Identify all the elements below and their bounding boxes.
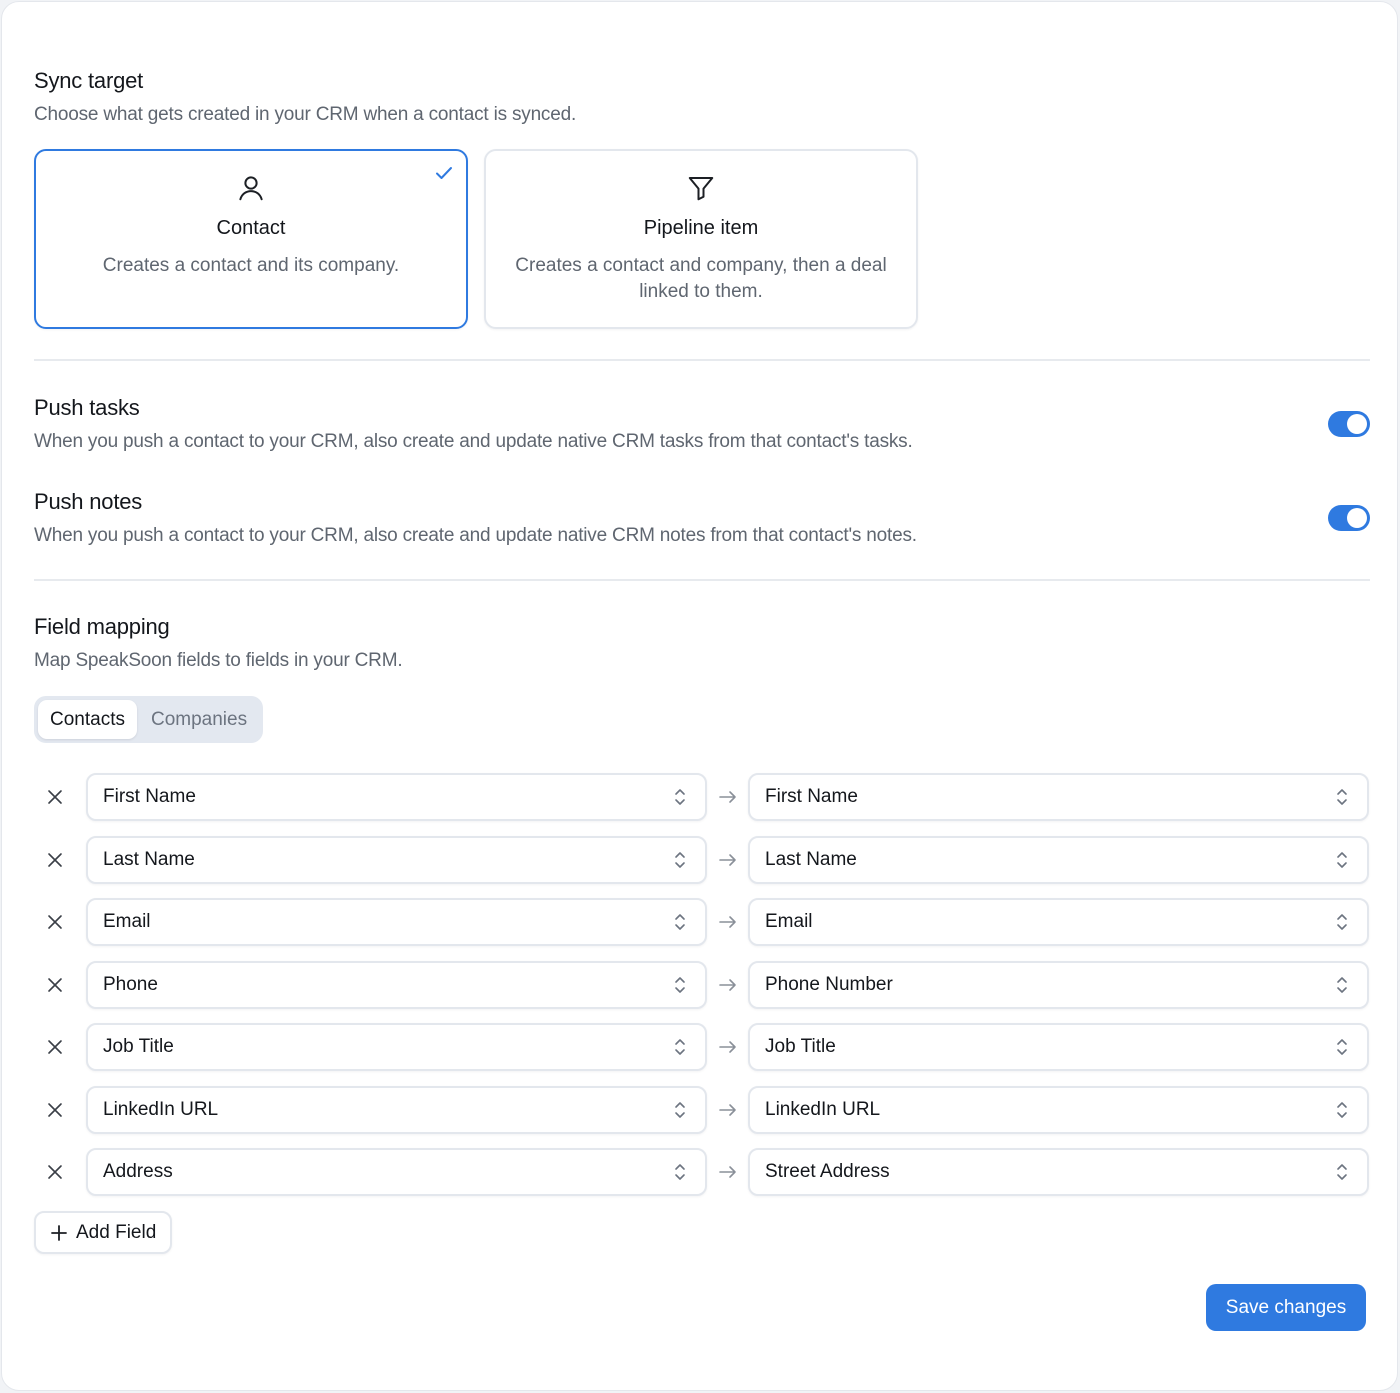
arrow-right-icon	[719, 1103, 736, 1116]
target-field-value: Street Address	[765, 1161, 890, 1182]
field-mapping-tabs: Contacts Companies	[34, 696, 264, 743]
source-field-value: Email	[103, 911, 151, 932]
chevron-up-down-icon	[675, 851, 685, 868]
plus-icon	[51, 1224, 67, 1241]
toggle-knob	[1347, 508, 1367, 528]
chevron-up-down-icon	[675, 1039, 685, 1055]
chevron-up-down-icon	[1337, 851, 1347, 868]
sync-target-title: Sync target	[34, 68, 144, 93]
target-field-select[interactable]: Phone Number	[748, 960, 1369, 1009]
source-field-value: Address	[103, 1161, 173, 1182]
source-field-select[interactable]: Job Title	[86, 1023, 707, 1071]
close-icon[interactable]	[44, 849, 66, 871]
filter-icon	[688, 177, 714, 201]
chevron-up-down-icon	[675, 789, 685, 805]
push-tasks-description: When you push a contact to your CRM, als…	[34, 431, 913, 452]
mapping-row: Job Title Job Title	[34, 1023, 1370, 1071]
source-field-value: Last Name	[103, 848, 195, 870]
chevron-up-down-icon	[1337, 914, 1347, 930]
target-field-select[interactable]: Street Address	[748, 1148, 1369, 1196]
toggle-knob	[1347, 414, 1367, 434]
check-icon	[436, 167, 452, 179]
sync-target-description: Choose what gets created in your CRM whe…	[34, 104, 577, 125]
close-icon[interactable]	[44, 911, 66, 933]
push-tasks-row: Push tasks When you push a contact to yo…	[34, 395, 1370, 453]
target-field-value: Last Name	[765, 848, 857, 870]
arrow-right-icon	[719, 1041, 736, 1053]
mapping-row: Email Email	[34, 898, 1370, 946]
source-field-select[interactable]: First Name	[86, 773, 707, 821]
target-field-select[interactable]: First Name	[748, 773, 1369, 821]
mapping-row: Last Name Last Name	[34, 835, 1370, 884]
chevron-up-down-icon	[675, 1164, 685, 1180]
chevron-up-down-icon	[675, 914, 685, 930]
close-icon[interactable]	[44, 1099, 66, 1121]
add-field-label: Add Field	[76, 1221, 157, 1243]
close-icon[interactable]	[44, 1161, 66, 1183]
chevron-up-down-icon	[1337, 976, 1347, 993]
mapping-row: First Name First Name	[34, 773, 1370, 821]
source-field-value: LinkedIn URL	[103, 1098, 219, 1120]
arrow-right-icon	[719, 853, 736, 866]
option-card-contact[interactable]: Contact Creates a contact and its compan…	[34, 149, 468, 329]
target-field-select[interactable]: LinkedIn URL	[748, 1085, 1369, 1134]
mapping-row: Phone Phone Number	[34, 960, 1370, 1009]
option-description: Creates a contact and its company.	[102, 255, 400, 276]
crm-settings-panel: Sync target Choose what gets created in …	[1, 1, 1398, 1391]
push-notes-toggle[interactable]	[1328, 505, 1370, 531]
target-field-select[interactable]: Email	[748, 898, 1369, 946]
push-notes-title: Push notes	[34, 489, 143, 514]
option-card-pipeline-item[interactable]: Pipeline item Creates a contact and comp…	[484, 149, 918, 329]
target-field-value: LinkedIn URL	[765, 1098, 881, 1120]
source-field-value: Phone	[103, 973, 158, 995]
close-icon[interactable]	[44, 1036, 66, 1058]
close-icon[interactable]	[44, 974, 66, 996]
close-icon[interactable]	[44, 786, 66, 808]
arrow-right-icon	[719, 916, 736, 928]
chevron-up-down-icon	[1337, 1101, 1347, 1118]
mapping-row: Address Street Address	[34, 1148, 1370, 1196]
option-description: Creates a contact and company, then a de…	[515, 255, 887, 302]
target-field-select[interactable]: Last Name	[748, 835, 1369, 884]
source-field-select[interactable]: Address	[86, 1148, 707, 1196]
push-tasks-toggle[interactable]	[1328, 411, 1370, 437]
arrow-right-icon	[719, 1166, 736, 1178]
field-mapping-title: Field mapping	[34, 614, 170, 639]
source-field-value: Job Title	[103, 1036, 174, 1057]
target-field-value: Email	[765, 911, 813, 932]
arrow-right-icon	[719, 791, 736, 803]
chevron-up-down-icon	[1337, 1164, 1347, 1180]
chevron-up-down-icon	[675, 1101, 685, 1118]
chevron-up-down-icon	[675, 976, 685, 993]
divider	[34, 359, 1370, 361]
add-field-button[interactable]: Add Field	[34, 1211, 173, 1254]
chevron-up-down-icon	[1337, 789, 1347, 805]
chevron-up-down-icon	[1337, 1039, 1347, 1055]
field-mapping-description: Map SpeakSoon fields to fields in your C…	[34, 650, 403, 671]
target-field-value: Job Title	[765, 1036, 836, 1057]
source-field-value: First Name	[103, 786, 196, 807]
target-field-value: First Name	[765, 786, 858, 807]
arrow-right-icon	[719, 978, 736, 991]
push-tasks-title: Push tasks	[34, 395, 140, 420]
source-field-select[interactable]: Email	[86, 898, 707, 946]
save-changes-button[interactable]: Save changes	[1206, 1284, 1366, 1331]
source-field-select[interactable]: Last Name	[86, 835, 707, 884]
push-notes-description: When you push a contact to your CRM, als…	[34, 525, 917, 546]
push-notes-row: Push notes When you push a contact to yo…	[34, 489, 1370, 547]
option-title: Contact	[216, 217, 286, 239]
field-mapping-header: Field mapping Map SpeakSoon fields to fi…	[34, 614, 403, 672]
source-field-select[interactable]: Phone	[86, 960, 707, 1009]
source-field-select[interactable]: LinkedIn URL	[86, 1085, 707, 1134]
sync-target-options: Contact Creates a contact and its compan…	[34, 149, 918, 329]
tab-contacts[interactable]: Contacts	[38, 700, 137, 739]
mapping-row: LinkedIn URL LinkedIn URL	[34, 1085, 1370, 1134]
option-title: Pipeline item	[643, 217, 759, 239]
target-field-select[interactable]: Job Title	[748, 1023, 1369, 1071]
tab-companies[interactable]: Companies	[139, 700, 259, 739]
user-icon	[239, 176, 263, 201]
target-field-value: Phone Number	[765, 973, 893, 995]
divider	[34, 579, 1370, 581]
sync-target-header: Sync target Choose what gets created in …	[34, 68, 576, 126]
